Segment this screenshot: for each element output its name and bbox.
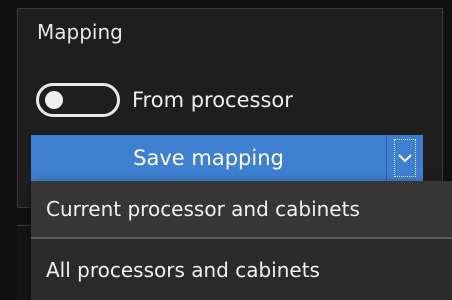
menu-divider — [31, 237, 452, 239]
save-mapping-button[interactable]: Save mapping — [31, 135, 387, 181]
from-processor-row: From processor — [36, 82, 293, 118]
from-processor-toggle[interactable] — [36, 83, 120, 117]
save-options-menu: Current processor and cabinets All proce… — [31, 181, 452, 300]
chevron-down-icon — [398, 154, 412, 163]
focus-outline — [394, 139, 416, 177]
panel-title: Mapping — [37, 20, 123, 44]
menu-item-all-processors[interactable]: All processors and cabinets — [31, 242, 452, 298]
toggle-knob — [45, 91, 63, 109]
menu-item-current-processor[interactable]: Current processor and cabinets — [31, 181, 452, 237]
stage: Mapping From processor Save mapping Curr… — [0, 0, 452, 300]
save-mapping-split-button: Save mapping — [31, 135, 423, 181]
from-processor-label: From processor — [132, 88, 293, 112]
save-options-toggle[interactable] — [387, 135, 423, 181]
